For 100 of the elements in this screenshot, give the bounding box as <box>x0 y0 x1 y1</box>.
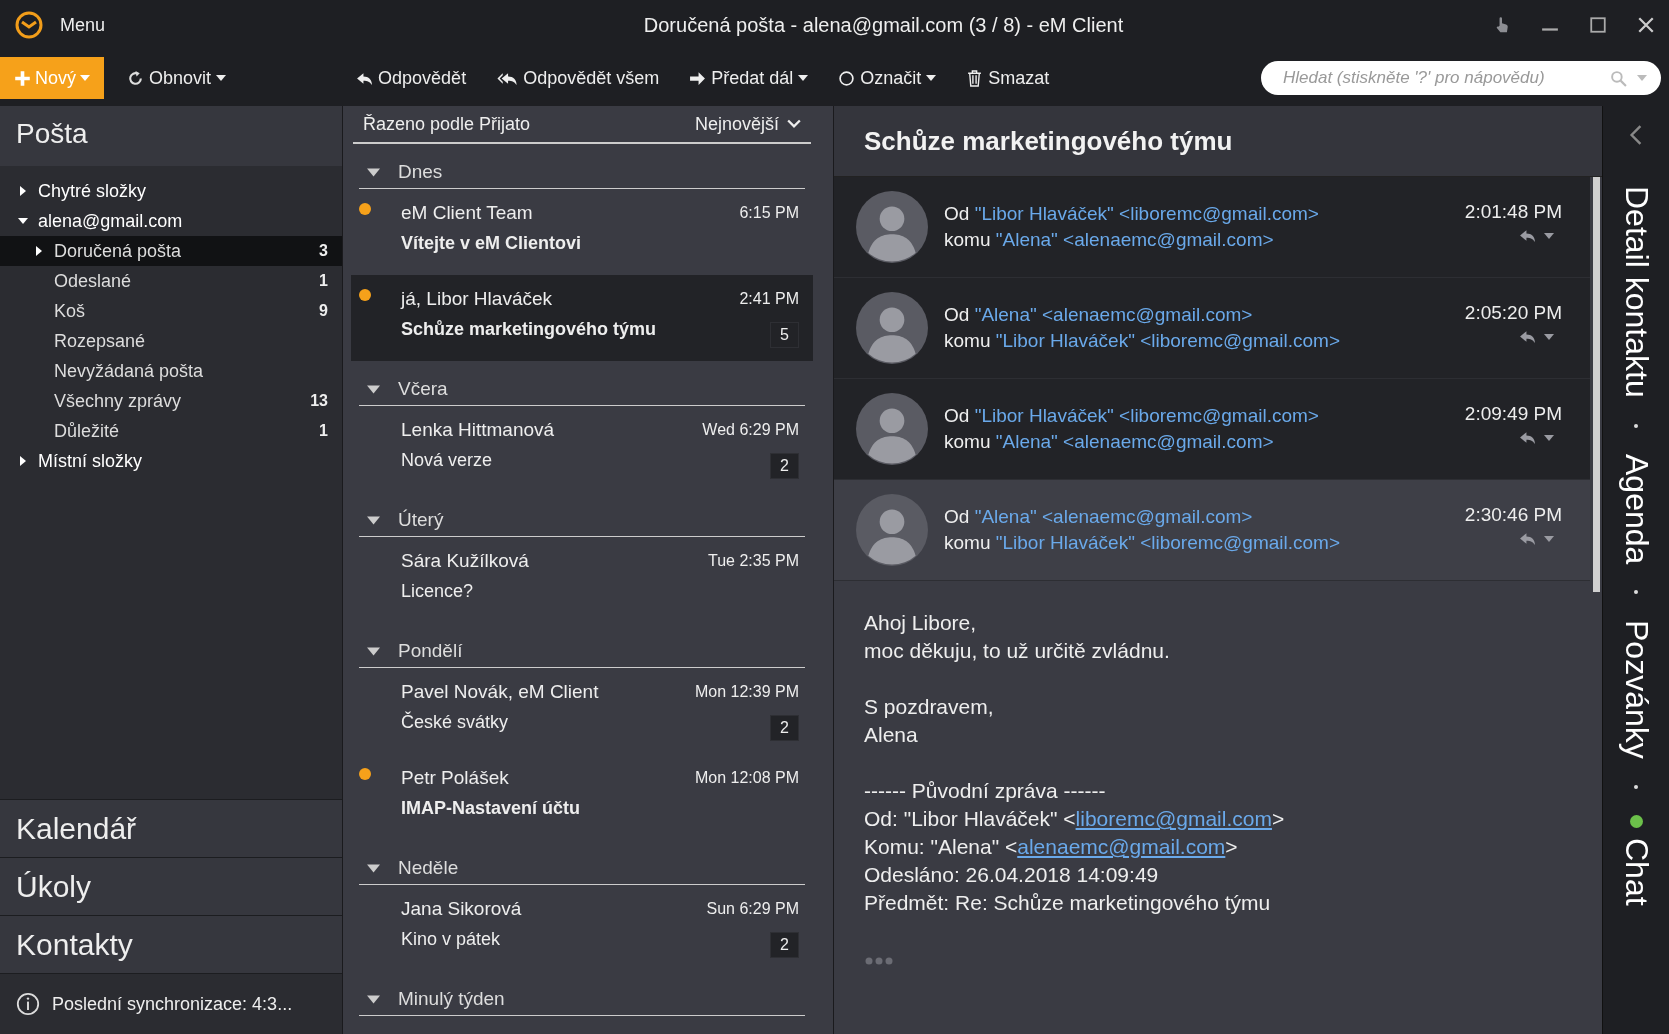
toolbar-button[interactable]: Odpovědět všem <box>481 67 675 89</box>
chevron-down-icon <box>787 119 801 129</box>
caret-icon <box>926 75 937 81</box>
side-panel-tab[interactable]: Chat <box>1617 837 1655 906</box>
maximize-icon[interactable] <box>1589 16 1607 34</box>
message-item[interactable]: Pavel Novák, eM Client Mon 12:39 PM České svátky 2 <box>351 668 813 754</box>
recipient-address[interactable]: "Libor Hlaváček" <liboremc@gmail.com> <box>995 532 1341 553</box>
thread-message-header[interactable]: Od "Libor Hlaváček" <liboremc@gmail.com> komu "Alena" <alenaemc@gmail.com> 2:09:49 PM <box>834 379 1590 480</box>
avatar-icon <box>856 494 928 566</box>
group-header[interactable]: Úterý <box>359 504 805 537</box>
sender-address[interactable]: "Libor Hlaváček" <liboremc@gmail.com> <box>974 405 1319 426</box>
folder-item[interactable]: Důležité 1 <box>0 416 342 446</box>
body-text: Alena <box>864 722 919 748</box>
nav-item[interactable]: Úkoly <box>0 857 342 915</box>
body-text: S pozdravem, <box>864 694 995 720</box>
email-link[interactable]: liboremc@gmail.com <box>1075 807 1272 830</box>
message-item[interactable]: Jana Sikorová Sun 6:29 PM Kino v pátek 2 <box>351 885 813 971</box>
close-icon[interactable] <box>1637 16 1655 34</box>
folder-item[interactable]: Odeslané 1 <box>0 266 342 296</box>
email-link[interactable]: alenaemc@gmail.com <box>1017 835 1226 858</box>
separator-dot <box>1634 423 1638 428</box>
group-title: Úterý <box>398 509 444 531</box>
folder-item[interactable]: Doručená pošta 3 <box>0 236 342 266</box>
message-item[interactable]: Lenka Hittmanová Wed 6:29 PM Nová verze 2 <box>351 406 813 492</box>
separator-dot <box>1634 590 1638 594</box>
nav-item[interactable]: Kontakty <box>0 915 342 973</box>
caret-icon[interactable] <box>1544 535 1554 542</box>
message-sender: Lenka Hittmanová <box>401 419 555 441</box>
menu-button[interactable]: Menu <box>60 14 106 36</box>
toolbar-button[interactable]: Odpovědět <box>341 67 482 89</box>
recipient-address[interactable]: "Alena" <alenaemc@gmail.com> <box>995 229 1274 250</box>
sort-label[interactable]: Řazeno podle Přijato <box>363 113 531 135</box>
folder-item[interactable]: Koš 9 <box>0 296 342 326</box>
caret-icon[interactable] <box>1544 232 1554 239</box>
folder-item[interactable]: Rozepsané <box>0 326 342 356</box>
group-title: Dnes <box>398 161 443 183</box>
side-panel-tab[interactable]: Detail kontaktu <box>1617 186 1655 398</box>
folder-item[interactable]: Místní složky <box>0 446 342 476</box>
recipient-address[interactable]: "Alena" <alenaemc@gmail.com> <box>995 431 1274 452</box>
toolbar-button[interactable]: Předat dál <box>674 67 824 89</box>
sort-order-dropdown[interactable]: Nejnovější <box>694 113 801 135</box>
folder-item[interactable]: alena@gmail.com <box>0 206 342 236</box>
message-subject: Nová verze <box>401 449 493 471</box>
quoted-header-line: Odesláno: 26.04.2018 14:09:49 <box>864 862 1160 888</box>
message-item[interactable]: Petr Polášek Mon 12:08 PM IMAP-Nastavení účtu <box>351 754 813 840</box>
caret-icon <box>216 75 227 81</box>
recipient-address[interactable]: "Libor Hlaváček" <liboremc@gmail.com> <box>995 330 1341 351</box>
message-subject: IMAP-Nastavení účtu <box>401 797 581 819</box>
folder-item[interactable]: Všechny zprávy 13 <box>0 386 342 416</box>
separator-dot <box>1634 784 1638 789</box>
message-time: Mon 12:39 PM <box>694 683 799 701</box>
thread-message-header[interactable]: Od "Libor Hlaváček" <liboremc@gmail.com> komu "Alena" <alenaemc@gmail.com> 2:01:48 PM <box>834 177 1590 278</box>
message-item[interactable]: eM Client Team 6:15 PM Vítejte v eM Clientovi <box>351 189 813 275</box>
collapsed-arrow-icon[interactable] <box>18 456 28 466</box>
collapsed-arrow-icon[interactable] <box>34 246 44 256</box>
thread-count: 2 <box>770 932 799 958</box>
email-subject: Schůze marketingového týmu <box>834 106 1602 177</box>
message-time: 2:30:46 PM <box>1464 504 1562 526</box>
folder-item[interactable]: Chytré složky <box>0 176 342 206</box>
nav-item[interactable]: Kalendář <box>0 799 342 857</box>
group-header[interactable]: Neděle <box>359 852 805 885</box>
message-subject: Kino v pátek <box>401 928 501 950</box>
quoted-header-line: Předmět: Re: Schůze marketingového týmu <box>864 890 1272 916</box>
caret-icon[interactable] <box>1544 434 1554 441</box>
collapsed-arrow-icon[interactable] <box>18 186 28 196</box>
scrollbar[interactable] <box>1593 177 1600 592</box>
toolbar-button[interactable]: Označit <box>823 67 952 89</box>
app-logo-icon[interactable] <box>14 10 44 40</box>
group-header[interactable]: Minulý týden <box>359 983 805 1016</box>
more-dots-icon[interactable] <box>864 956 894 966</box>
caret-icon <box>798 75 809 81</box>
group-header[interactable]: Dnes <box>359 156 805 189</box>
chevron-left-icon[interactable] <box>1629 124 1643 146</box>
caret-icon[interactable] <box>1544 333 1554 340</box>
toolbar-button[interactable]: Smazat <box>951 67 1065 89</box>
section-header[interactable]: Pošta <box>0 106 342 166</box>
message-time: Sun 6:29 PM <box>706 900 799 918</box>
message-time: Tue 2:35 PM <box>708 552 799 570</box>
body-text: ------ Původní zpráva ------ <box>864 778 1107 804</box>
message-time: 2:01:48 PM <box>1464 201 1562 223</box>
message-item[interactable]: Sára Kužílková Tue 2:35 PM Licence? <box>351 537 813 623</box>
sender-address[interactable]: "Alena" <alenaemc@gmail.com> <box>974 304 1253 325</box>
to-label: komu <box>944 330 991 351</box>
side-panel-tab[interactable]: Pozvánky <box>1617 620 1655 759</box>
side-panel-tab[interactable]: Agenda <box>1617 453 1655 564</box>
window-title: Doručená pošta - alena@gmail.com (3 / 8) - eM Client <box>642 13 1125 37</box>
group-header[interactable]: Včera <box>359 373 805 406</box>
message-sender: Sára Kužílková <box>401 550 529 572</box>
thread-message-header[interactable]: Od "Alena" <alenaemc@gmail.com> komu "Libor Hlaváček" <liboremc@gmail.com> 2:05:20 PM <box>834 278 1590 379</box>
info-icon <box>16 992 40 1016</box>
from-label: Od <box>944 506 970 527</box>
sender-address[interactable]: "Libor Hlaváček" <liboremc@gmail.com> <box>974 203 1319 224</box>
folder-item[interactable]: Nevyžádaná pošta <box>0 356 342 386</box>
expanded-arrow-icon[interactable] <box>18 216 28 226</box>
sender-address[interactable]: "Alena" <alenaemc@gmail.com> <box>974 506 1253 527</box>
thread-message-header[interactable]: Od "Alena" <alenaemc@gmail.com> komu "Libor Hlaváček" <liboremc@gmail.com> 2:30:46 PM <box>834 480 1590 581</box>
group-header[interactable]: Pondělí <box>359 635 805 668</box>
message-item[interactable]: já, Libor Hlaváček 2:41 PM Schůze marketingového týmu 5 <box>351 275 813 361</box>
thread-count: 5 <box>770 322 799 348</box>
toolbar-button[interactable]: Obnovit <box>112 67 242 89</box>
